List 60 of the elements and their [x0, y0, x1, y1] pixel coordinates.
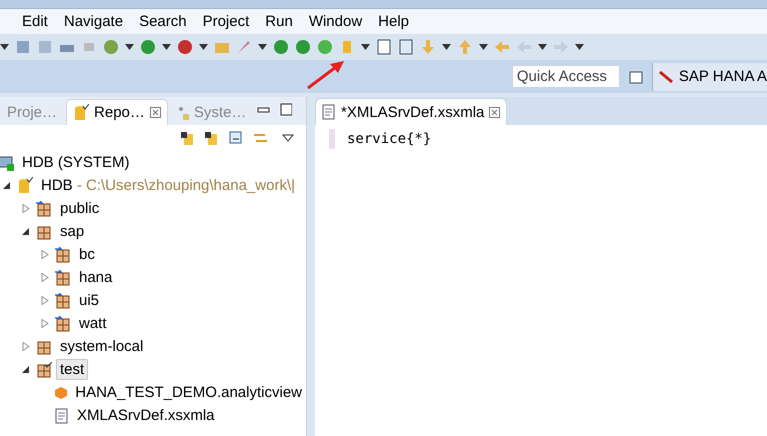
- caret-icon[interactable]: [162, 44, 171, 50]
- tree-item[interactable]: test: [56, 359, 88, 380]
- tree-item[interactable]: XMLASrvDef.xsxmla: [73, 405, 219, 426]
- caret-icon[interactable]: [479, 44, 488, 50]
- caret-icon[interactable]: [538, 44, 547, 50]
- collapsed-triangle-icon[interactable]: [41, 273, 49, 282]
- close-icon[interactable]: [150, 107, 161, 118]
- collapsed-triangle-icon[interactable]: [41, 296, 49, 305]
- caret-icon[interactable]: [442, 44, 451, 50]
- package-icon: [36, 338, 52, 354]
- collapsed-triangle-icon[interactable]: [22, 204, 30, 213]
- view-menu-icon[interactable]: [282, 134, 294, 142]
- tree-item[interactable]: public: [56, 198, 104, 219]
- caret-icon[interactable]: [361, 44, 370, 50]
- menu-item[interactable]: Edit: [14, 13, 56, 30]
- caret-icon[interactable]: [199, 44, 208, 50]
- expanded-triangle-icon[interactable]: [22, 365, 30, 374]
- collapsed-triangle-icon[interactable]: [41, 250, 49, 259]
- menu-item[interactable]: Run: [257, 13, 301, 30]
- package-icon: [36, 224, 52, 240]
- menu-item[interactable]: Navigate: [56, 13, 132, 30]
- caret-icon[interactable]: [125, 44, 134, 50]
- menu-item[interactable]: Window: [300, 13, 370, 30]
- checked-package-icon: [36, 362, 52, 378]
- quick-access-field[interactable]: Quick Access: [512, 65, 620, 88]
- menu-item[interactable]: Help: [370, 13, 418, 30]
- collapsed-triangle-icon[interactable]: [41, 319, 49, 328]
- linked-package-icon: [55, 316, 71, 332]
- linked-package-icon: [55, 246, 71, 262]
- tree-item[interactable]: sap: [56, 221, 88, 242]
- tree-item[interactable]: ui5: [75, 290, 104, 311]
- caret-icon[interactable]: [0, 44, 9, 50]
- code-line: service{*}: [329, 129, 767, 149]
- tree-item[interactable]: HDB (SYSTEM): [18, 152, 134, 173]
- server-icon: [0, 154, 14, 170]
- tree-item[interactable]: system-local: [56, 336, 148, 357]
- menu-item[interactable]: Project: [194, 13, 258, 30]
- open-perspective-icon[interactable]: [628, 68, 644, 84]
- close-icon[interactable]: [489, 106, 500, 118]
- linked-package-icon: [36, 200, 52, 216]
- collapse-all-icon[interactable]: [228, 130, 244, 146]
- linked-package-icon: [55, 270, 71, 286]
- caret-icon[interactable]: [258, 44, 267, 50]
- tree-item[interactable]: hana: [75, 267, 116, 288]
- tree-item[interactable]: HANA_TEST_DEMO.analyticview: [71, 382, 306, 403]
- annotation-arrow: [306, 60, 346, 90]
- linked-package-icon: [55, 292, 71, 308]
- maximize-icon[interactable]: [280, 103, 292, 117]
- tree-item[interactable]: watt: [75, 313, 111, 334]
- menu-item[interactable]: Search: [131, 13, 195, 30]
- collapsed-triangle-icon[interactable]: [22, 342, 30, 351]
- expanded-triangle-icon[interactable]: [22, 227, 30, 236]
- tree-item[interactable]: bc: [75, 244, 99, 265]
- tree-item[interactable]: HDB - C:\Users\zhouping\hana_work\|: [37, 175, 300, 196]
- expanded-triangle-icon[interactable]: [3, 181, 11, 190]
- perspective-button[interactable]: SAP HANA A: [652, 62, 767, 90]
- view-tab[interactable]: Repo…: [66, 99, 168, 125]
- caret-icon[interactable]: [575, 44, 584, 50]
- cube-icon: [54, 386, 68, 400]
- editor-tab[interactable]: *XMLASrvDef.xsxmla: [315, 98, 508, 125]
